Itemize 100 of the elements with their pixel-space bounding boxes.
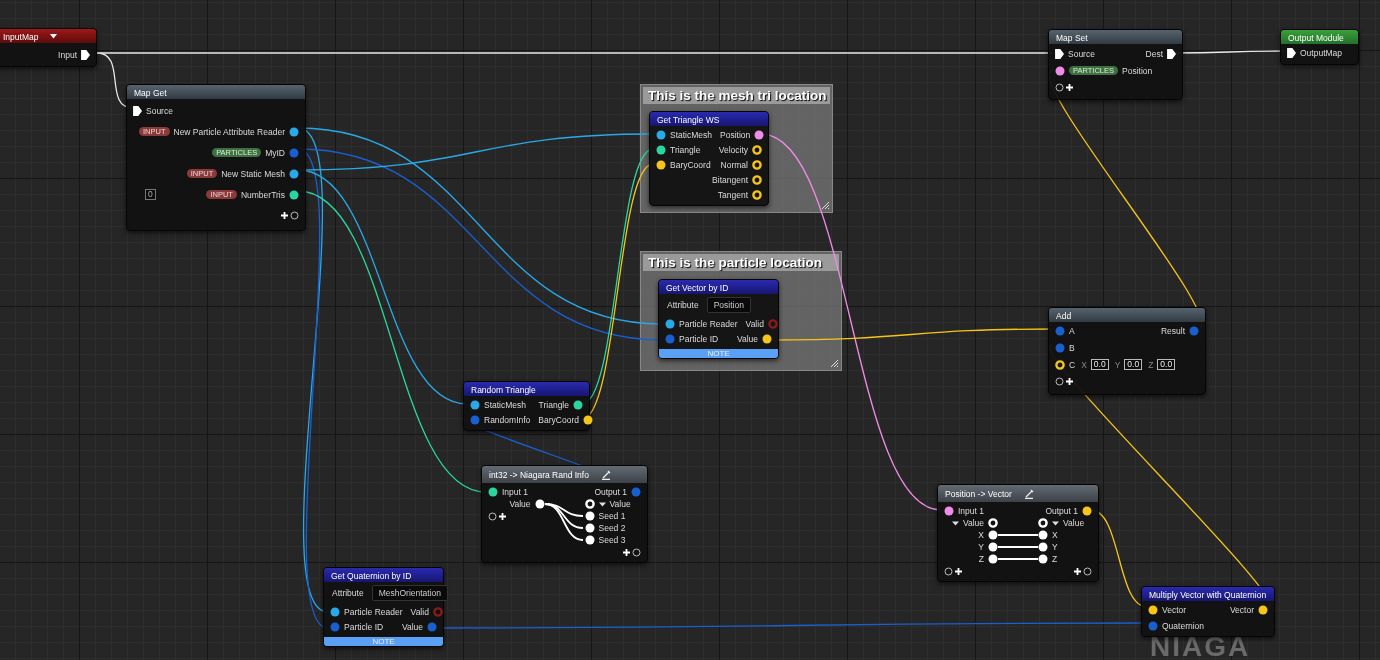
pin-icon[interactable] xyxy=(1038,530,1048,540)
pin-label: Particle Reader xyxy=(679,318,738,329)
node-header[interactable]: Position -> Vector xyxy=(938,485,1098,502)
value-field[interactable]: 0.0 xyxy=(1090,359,1109,370)
graph-node[interactable]: Get Triangle WS StaticMesh Position Triangle Velocity BaryCoord Normal Bitangent Tangent xyxy=(649,111,769,206)
node-header[interactable]: Get Quaternion by ID xyxy=(324,568,443,582)
pin-icon[interactable] xyxy=(488,487,498,497)
axis-label: X xyxy=(1081,359,1087,370)
pin-label: Z xyxy=(1052,554,1058,564)
node-title: int32 -> Niagara Rand Info xyxy=(489,470,589,480)
pin-icon[interactable] xyxy=(330,606,340,617)
node-header[interactable]: Map Get xyxy=(127,85,305,99)
pin-label: Source xyxy=(1068,48,1095,59)
pin-icon[interactable] xyxy=(656,159,666,170)
graph-node[interactable]: Random Triangle StaticMesh Triangle RandomInfo BaryCoord xyxy=(463,381,590,431)
arrow-pin-icon[interactable] xyxy=(1287,48,1296,58)
pin-icon[interactable] xyxy=(656,144,666,155)
graph-node[interactable]: Output Module OutputMap xyxy=(1280,29,1359,65)
pin-icon[interactable] xyxy=(289,126,299,137)
arrow-pin-icon[interactable] xyxy=(1055,48,1064,59)
node-header[interactable]: Random Triangle xyxy=(464,382,589,396)
graph-node[interactable]: int32 -> Niagara Rand Info Input 1 Output 1 Value Value Seed 1 Seed 2 Seed 3 xyxy=(481,465,648,563)
add-pin-button[interactable] xyxy=(1072,566,1092,576)
pin-icon[interactable] xyxy=(573,399,583,410)
expand-caret-icon[interactable] xyxy=(1052,519,1059,527)
pin-label: New Particle Attribute Reader xyxy=(173,126,285,137)
pin-label: Normal xyxy=(720,159,748,170)
pin-icon[interactable] xyxy=(1082,506,1092,516)
pin-icon[interactable] xyxy=(762,333,772,344)
pencil-icon[interactable] xyxy=(600,470,611,480)
pin-icon[interactable] xyxy=(1258,605,1268,615)
add-pin-button[interactable] xyxy=(1055,83,1075,92)
attribute-field[interactable]: Position xyxy=(706,297,751,313)
attribute-field[interactable]: MeshOrientation xyxy=(371,585,449,601)
pin-label: Valid xyxy=(745,318,764,329)
node-header[interactable]: Get Vector by ID xyxy=(659,280,778,294)
pin-icon[interactable] xyxy=(665,318,675,329)
graph-node[interactable]: InputMap Input xyxy=(0,28,97,67)
arrow-pin-icon[interactable] xyxy=(133,105,142,116)
add-pin-button[interactable] xyxy=(1055,377,1075,386)
pin-icon[interactable] xyxy=(988,542,998,552)
pin-icon[interactable] xyxy=(1055,65,1065,76)
value-field[interactable]: 0 xyxy=(145,189,156,200)
graph-node[interactable]: Multiply Vector with Quaternion Vector Vector Quaternion xyxy=(1141,586,1275,637)
caret-icon[interactable] xyxy=(50,34,58,39)
pin-label: Bitangent xyxy=(712,174,748,185)
arrow-pin-icon[interactable] xyxy=(1167,48,1176,59)
node-header[interactable]: InputMap xyxy=(0,29,96,43)
pin-icon[interactable] xyxy=(754,129,765,140)
resize-grip-icon[interactable] xyxy=(830,359,839,368)
graph-node[interactable]: Add A Result B C X 0.0 Y 0.0 Z 0.0 xyxy=(1048,307,1206,395)
node-header[interactable]: Multiply Vector with Quaternion xyxy=(1142,587,1274,601)
arrow-pin-icon[interactable] xyxy=(81,50,90,60)
node-header[interactable]: Add xyxy=(1049,308,1205,322)
pin-label: Triangle xyxy=(538,399,569,410)
pin-icon[interactable] xyxy=(988,554,998,564)
pin-icon[interactable] xyxy=(584,511,595,521)
node-header[interactable]: Output Module xyxy=(1281,30,1358,44)
resize-grip-icon[interactable] xyxy=(821,201,830,210)
pin-label: B xyxy=(1069,342,1075,353)
pin-label: Value xyxy=(401,621,423,632)
pin-label: Value xyxy=(609,499,631,509)
node-title: Get Quaternion by ID xyxy=(331,570,412,581)
add-pin-button[interactable] xyxy=(488,511,508,521)
pin-icon[interactable] xyxy=(534,499,545,509)
node-title: Get Triangle WS xyxy=(657,114,720,125)
pin-label: RandomInfo xyxy=(484,414,531,425)
value-field[interactable]: 0.0 xyxy=(1124,359,1143,370)
expand-caret-icon[interactable] xyxy=(598,500,606,508)
pin-icon[interactable] xyxy=(944,506,954,516)
pin-label: Particle ID xyxy=(344,621,384,632)
pin-icon[interactable] xyxy=(656,129,666,140)
pin-icon[interactable] xyxy=(1148,605,1158,615)
expand-caret-icon[interactable] xyxy=(951,519,959,527)
node-header[interactable]: Map Set xyxy=(1049,30,1182,44)
pin-label: Output 1 xyxy=(1045,506,1078,516)
add-pin-button[interactable] xyxy=(621,547,641,557)
pin-label: New Static Mesh xyxy=(221,168,285,179)
pin-icon[interactable] xyxy=(289,168,299,179)
pin-icon[interactable] xyxy=(584,535,595,545)
axis-label: Y xyxy=(1114,359,1121,370)
attribute-label: Attribute xyxy=(332,588,364,598)
pin-icon[interactable] xyxy=(470,399,480,410)
pencil-icon[interactable] xyxy=(1023,489,1034,499)
graph-node[interactable]: Position -> Vector Input 1 Output 1 Value Value X X Y Y Z Z xyxy=(937,484,1099,582)
pin-label: Input 1 xyxy=(502,487,528,497)
axis-label: Z xyxy=(1148,359,1154,370)
value-field[interactable]: 0.0 xyxy=(1157,359,1176,370)
pin-icon[interactable] xyxy=(289,189,299,200)
node-header[interactable]: int32 -> Niagara Rand Info xyxy=(482,466,647,483)
pin-icon[interactable] xyxy=(1038,554,1048,564)
add-pin-button[interactable] xyxy=(944,566,964,576)
pin-icon[interactable] xyxy=(1038,542,1048,552)
pin-label: Triangle xyxy=(670,144,701,155)
pin-icon[interactable] xyxy=(584,523,595,533)
pin-icon[interactable] xyxy=(988,530,998,540)
add-pin-button[interactable] xyxy=(279,211,299,220)
node-header[interactable]: Get Triangle WS xyxy=(650,112,768,126)
pin-icon[interactable] xyxy=(582,414,593,425)
graph-node[interactable]: Get Vector by ID Attribute Position Particle Reader Valid Particle ID Value NOTE xyxy=(658,279,779,359)
